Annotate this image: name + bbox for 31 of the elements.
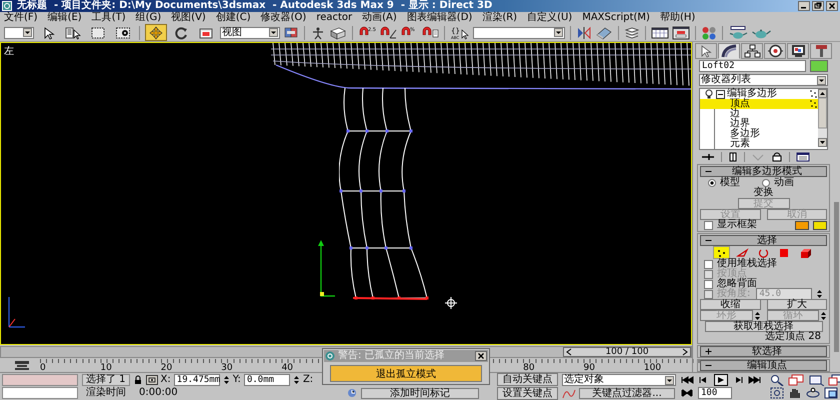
stack-subitem-label: 元素 (730, 139, 750, 150)
checkbox-label: 使用堆栈选择 (717, 259, 777, 269)
radio-label: 模型 (720, 178, 740, 188)
checkbox-label: 显示框架 (717, 220, 757, 230)
frame-number: 0 (40, 362, 46, 372)
dropdown-value: 视图 (222, 28, 243, 38)
render-time-value: 0:00:00 (139, 388, 178, 398)
frame-number: 20 (160, 362, 172, 372)
frame-number: 90 (584, 362, 595, 372)
frame-number: 100 (644, 362, 662, 372)
rollout-title: 编辑顶点 (746, 360, 788, 370)
section-label: 变换 (752, 188, 774, 198)
rollout-title: 选择 (756, 236, 778, 246)
render-time-label: 渲染时间 (85, 388, 126, 398)
selection-status: 选择了 1 (82, 374, 130, 386)
radio-label: 动画 (774, 178, 794, 188)
checkbox-label: 忽略背面 (717, 279, 757, 289)
rollout-title: 编辑多边形模式 (732, 166, 803, 176)
axis-label: Z: (302, 374, 314, 385)
dialog-title: 警告: 已孤立的当前选择 (338, 351, 445, 361)
dropdown-value: 选定对象 (564, 375, 605, 385)
dropdown-value: 修改器列表 (701, 75, 752, 86)
rollout-title: 软选择 (751, 346, 783, 356)
selection-count: 选定顶点 28 (764, 332, 822, 342)
axis-label: Y: (232, 374, 241, 385)
frame-number: 30 (221, 362, 233, 372)
frame-counter: 100 / 100 (605, 347, 649, 357)
frame-number: 10 (100, 362, 112, 372)
axis-label: X: (160, 374, 171, 385)
frame-number: 40 (282, 362, 294, 372)
frame-number: 80 (523, 362, 535, 372)
